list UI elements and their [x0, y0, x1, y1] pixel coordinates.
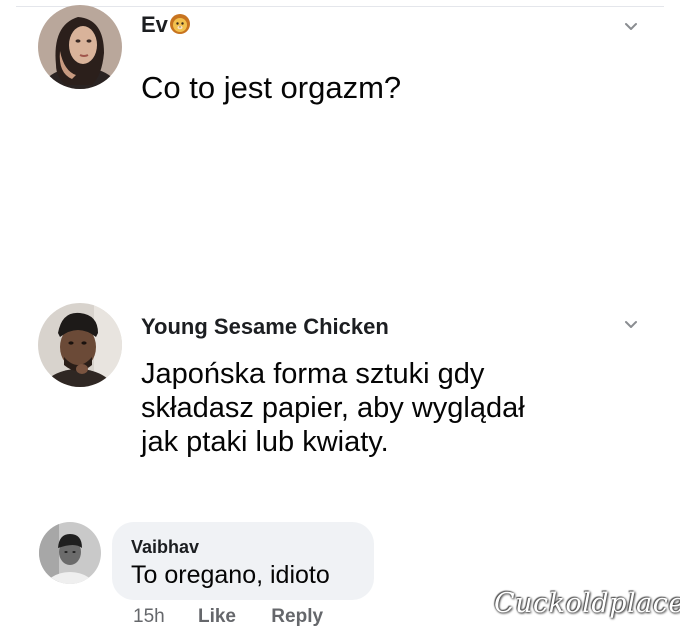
reply-button[interactable]: Reply: [271, 606, 323, 628]
chevron-down-icon[interactable]: [624, 22, 638, 32]
comment-actions: 15h Like Reply: [133, 606, 323, 628]
post-text-line: jak ptaki lub kwiaty.: [141, 426, 389, 459]
post-text: Co to jest orgazm?: [141, 70, 402, 105]
top-divider: [16, 6, 664, 7]
like-button[interactable]: Like: [198, 606, 236, 628]
comment-author[interactable]: Vaibhav: [131, 537, 199, 558]
post-text: Japońska forma sztuki gdy składasz papie…: [141, 357, 525, 460]
avatar[interactable]: [39, 522, 101, 584]
watermark: Cuckoldplace: [494, 588, 680, 619]
author-name[interactable]: Young Sesame Chicken: [141, 314, 389, 340]
comment-timestamp[interactable]: 15h: [133, 606, 165, 628]
post-text-line: Japońska forma sztuki gdy: [141, 358, 485, 390]
lion-face-icon: [169, 13, 191, 41]
post-text-line: składasz papier, aby wyglądał: [141, 392, 525, 425]
comment-text: To oregano, idioto: [131, 561, 330, 589]
avatar[interactable]: [38, 5, 122, 89]
avatar[interactable]: [38, 303, 122, 387]
author-name[interactable]: Ev: [141, 12, 191, 41]
author-name-text: Ev: [141, 12, 168, 37]
chevron-down-icon[interactable]: [624, 320, 638, 330]
